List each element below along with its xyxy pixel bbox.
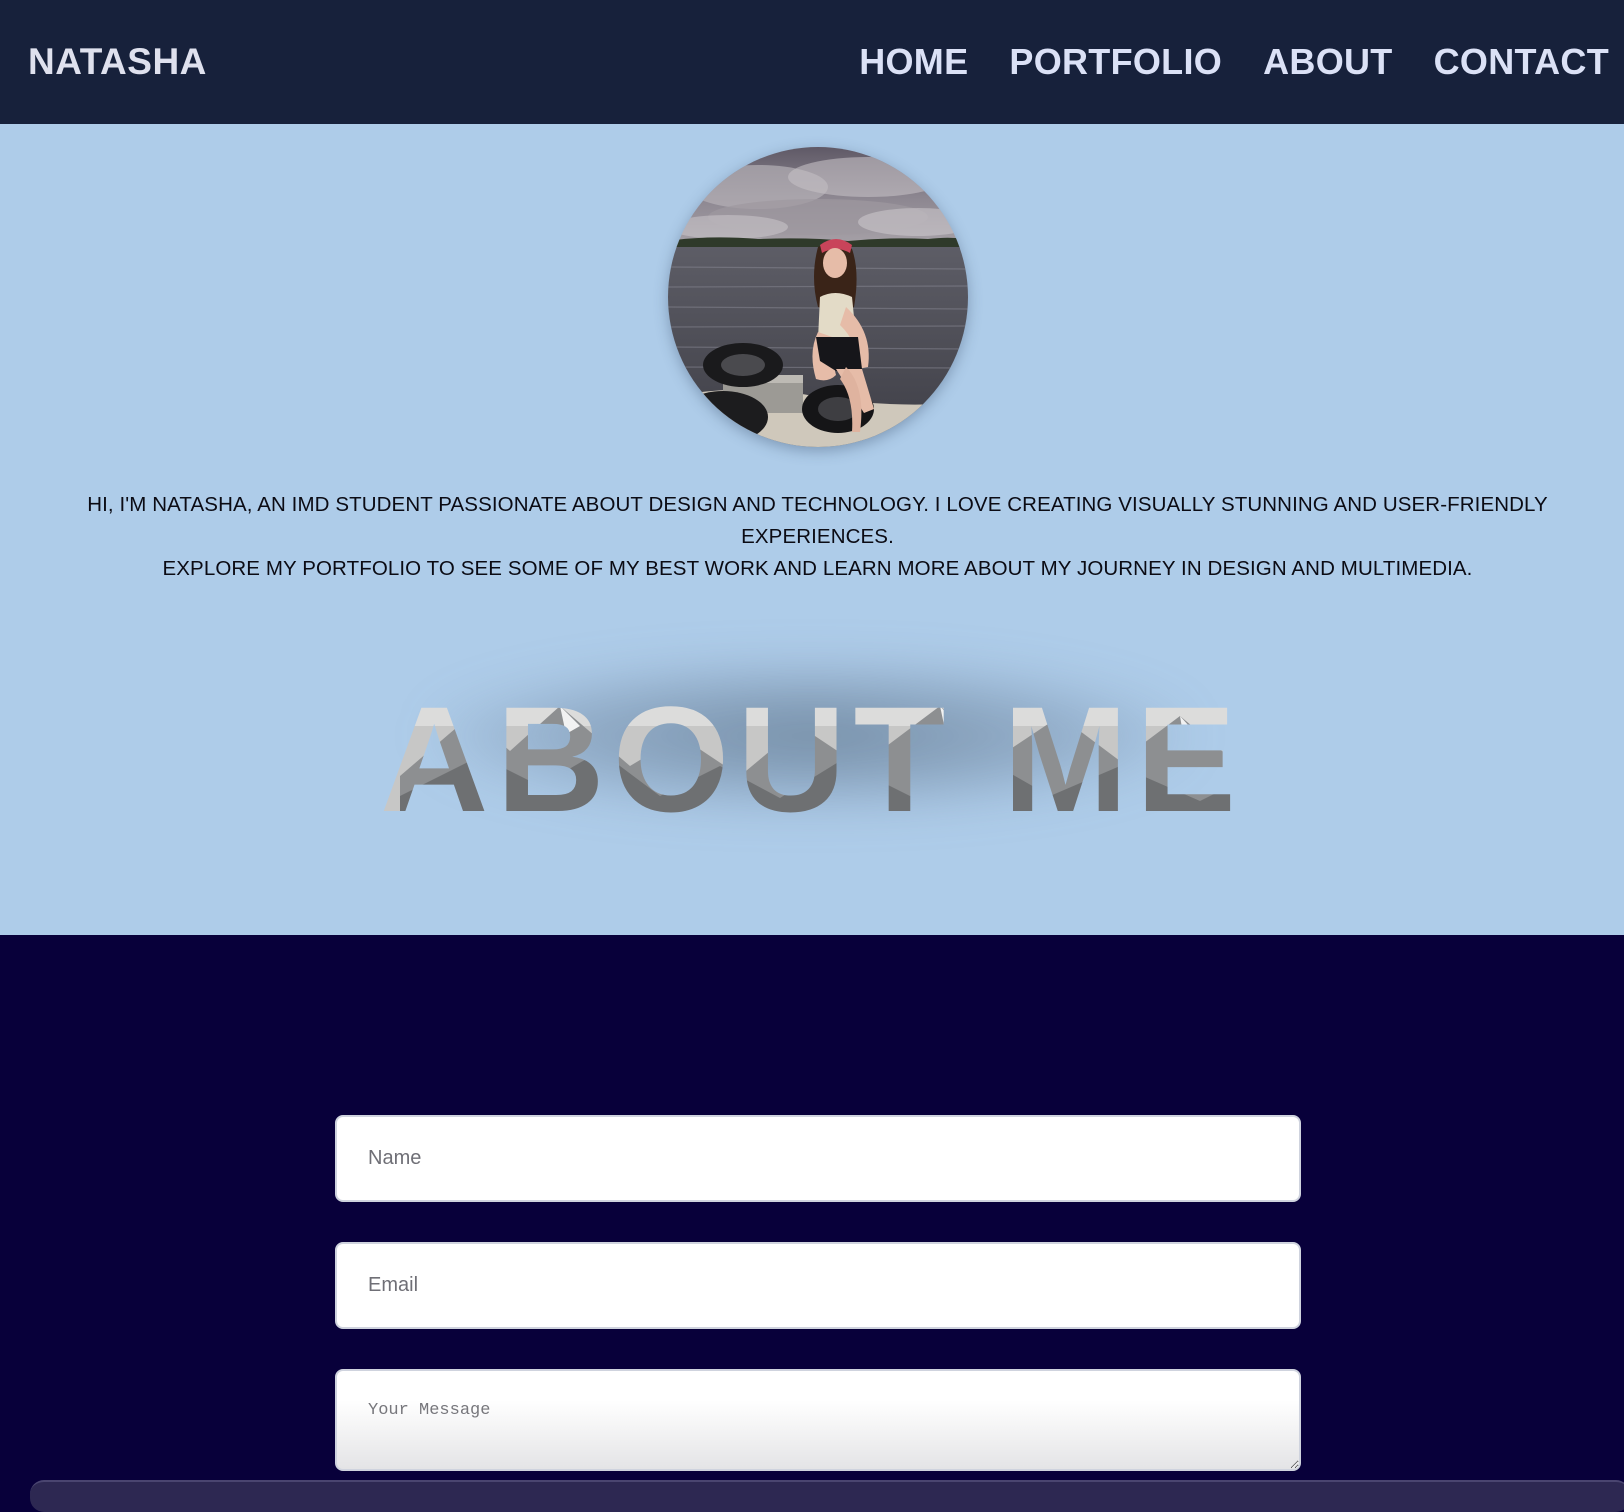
nav-links: HOME PORTFOLIO ABOUT CONTACT xyxy=(859,41,1609,83)
brand-logo[interactable]: NATASHA xyxy=(28,41,207,83)
about-section: HI, I'M NATASHA, AN IMD STUDENT PASSIONA… xyxy=(0,124,1624,935)
email-input[interactable] xyxy=(335,1242,1301,1329)
submit-button[interactable] xyxy=(30,1480,1624,1512)
intro-line-1: HI, I'M NATASHA, AN IMD STUDENT PASSIONA… xyxy=(87,493,1548,548)
nav-link-home[interactable]: HOME xyxy=(859,41,968,83)
message-textarea[interactable] xyxy=(335,1369,1301,1471)
top-navbar: NATASHA HOME PORTFOLIO ABOUT CONTACT xyxy=(0,0,1624,124)
name-input[interactable] xyxy=(335,1115,1301,1202)
nav-link-contact[interactable]: CONTACT xyxy=(1434,41,1609,83)
profile-photo xyxy=(668,147,968,447)
contact-section xyxy=(0,935,1624,1486)
about-heading-wrap: ABOUT ME xyxy=(300,566,1324,866)
nav-link-about[interactable]: ABOUT xyxy=(1263,41,1393,83)
about-heading: ABOUT ME xyxy=(380,675,1244,843)
about-heading-text: ABOUT ME xyxy=(380,675,1244,843)
nav-link-portfolio[interactable]: PORTFOLIO xyxy=(1009,41,1222,83)
